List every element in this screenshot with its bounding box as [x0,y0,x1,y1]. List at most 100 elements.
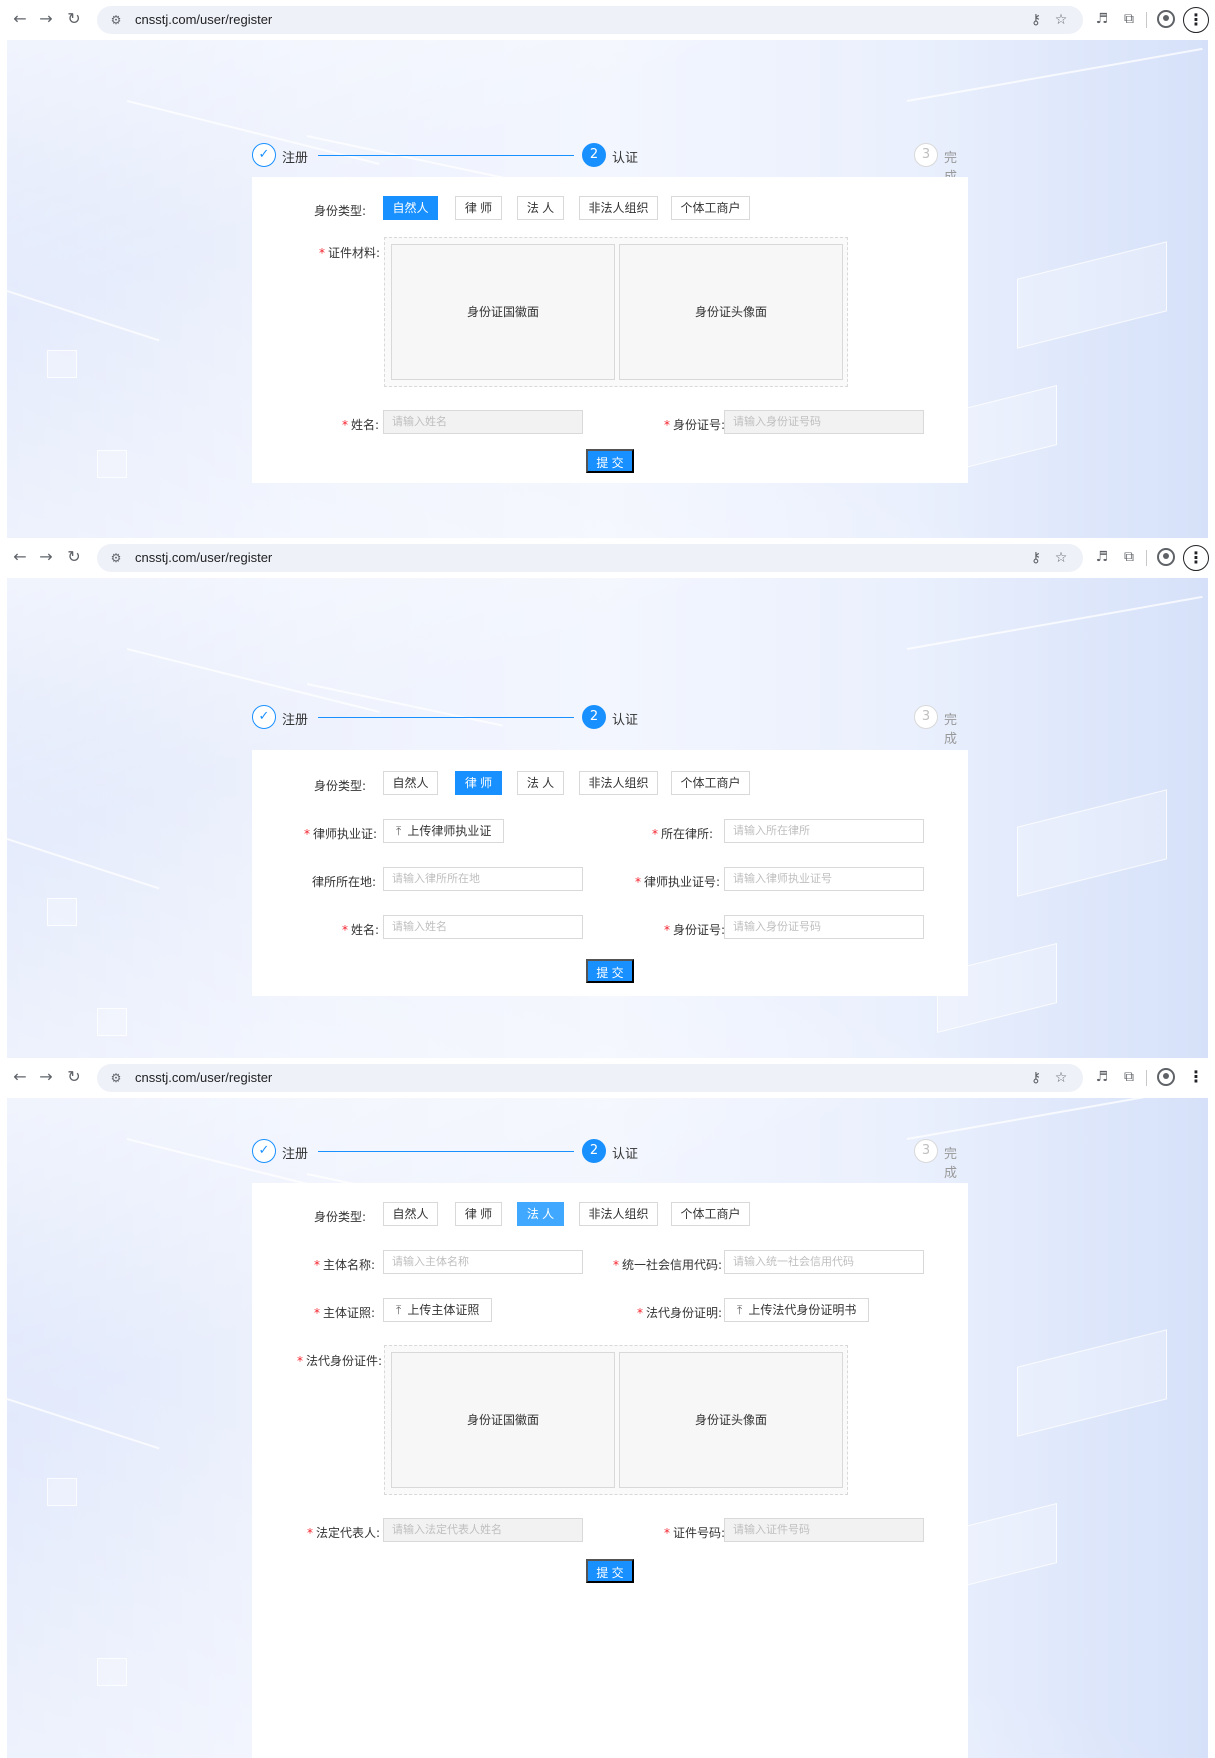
step-done-check-icon: ✓ [252,143,276,167]
id-card-back-upload[interactable]: 身份证头像面 [619,244,843,380]
profile-icon[interactable] [1157,548,1175,566]
reload-icon[interactable]: ↻ [64,1067,84,1087]
profile-icon[interactable] [1157,1068,1175,1086]
id-card-front-upload[interactable]: 身份证国徽面 [391,244,615,380]
password-key-icon[interactable]: ⚷ [1027,11,1045,29]
type-individual-business-button[interactable]: 个体工商户 [671,196,750,220]
id-card-upload-area: 身份证国徽面 身份证头像面 [384,237,848,387]
credit-code-label: * 统一社会信用代码: [613,1258,723,1272]
type-individual-business-button[interactable]: 个体工商户 [671,771,750,795]
step-2-label: 认证 [612,1147,639,1162]
id-number-input[interactable]: 请输入身份证号码 [724,915,924,939]
step-2-label: 认证 [612,151,639,166]
url-text: cnsstj.com/user/register [135,12,273,27]
menu-icon[interactable]: ⋮ [1183,7,1209,33]
extension-puzzle-icon[interactable]: ⧉ [1120,548,1138,566]
star-icon[interactable]: ☆ [1052,549,1070,567]
entity-name-input[interactable]: 请输入主体名称 [383,1250,583,1274]
forward-icon[interactable]: → [36,1067,56,1087]
type-unincorporated-button[interactable]: 非法人组织 [579,196,658,220]
credit-code-input[interactable]: 请输入统一社会信用代码 [724,1250,924,1274]
decor-block [1017,241,1167,349]
type-legal-person-button[interactable]: 法 人 [517,1202,564,1226]
steps-bar: ✓ 注册 2 认证 3 完成 [252,1139,968,1181]
reload-icon[interactable]: ↻ [64,9,84,29]
page-background: ✓ 注册 2 认证 3 完成 身份类型: 自然人 律 师 法 人 非法人组织 个… [7,1098,1208,1758]
back-icon[interactable]: ← [10,9,30,29]
entity-cert-upload-button[interactable]: ⤒ 上传主体证照 [383,1298,493,1322]
password-key-icon[interactable]: ⚷ [1027,1069,1045,1087]
cert-number-input[interactable]: 请输入证件号码 [724,1518,924,1542]
submit-button[interactable]: 提 交 [586,959,634,983]
id-card-front-upload[interactable]: 身份证国徽面 [391,1352,615,1488]
firm-location-input[interactable]: 请输入律所所在地 [383,867,583,891]
step-line [318,1151,574,1152]
menu-icon[interactable]: ⋮ [1183,545,1209,571]
type-natural-person-button[interactable]: 自然人 [383,771,438,795]
name-input[interactable]: 请输入姓名 [383,915,583,939]
site-settings-icon[interactable]: ⚙ [107,549,125,567]
decor-block [1017,1329,1167,1437]
extension-icon[interactable]: ♬ [1093,548,1111,566]
rep-id-label: * 法代身份证件: [297,1354,383,1368]
site-settings-icon[interactable]: ⚙ [107,11,125,29]
extension-icon[interactable]: ♬ [1093,10,1111,28]
firm-location-label: 律所所在地: [312,875,377,889]
name-input[interactable]: 请输入姓名 [383,410,583,434]
type-legal-person-button[interactable]: 法 人 [517,771,564,795]
submit-button[interactable]: 提 交 [586,449,634,473]
toolbar-divider [1146,12,1147,28]
password-key-icon[interactable]: ⚷ [1027,549,1045,567]
rep-name-input[interactable]: 请输入法定代表人姓名 [383,1518,583,1542]
extension-puzzle-icon[interactable]: ⧉ [1120,10,1138,28]
rep-proof-upload-button[interactable]: ⤒ 上传法代身份证明书 [724,1298,870,1322]
type-individual-business-button[interactable]: 个体工商户 [671,1202,750,1226]
page-background: ✓ 注册 2 认证 3 完成 身份类型: 自然人 律 师 法 人 非法人组织 个… [7,40,1208,538]
identity-type-label: 身份类型: [314,204,367,218]
id-number-input[interactable]: 请输入身份证号码 [724,410,924,434]
back-icon[interactable]: ← [10,1067,30,1087]
type-natural-person-button[interactable]: 自然人 [383,196,438,220]
forward-icon[interactable]: → [36,9,56,29]
address-bar[interactable]: ⚙ cnsstj.com/user/register ⚷ ☆ [97,6,1083,34]
rep-name-label: * 法定代表人: [307,1526,381,1540]
browser-toolbar: ← → ↻ ⚙ cnsstj.com/user/register ⚷ ☆ ♬ ⧉… [0,1058,1215,1098]
extension-icon[interactable]: ♬ [1093,1068,1111,1086]
name-label: * 姓名: [342,923,380,937]
step-done-check-icon: ✓ [252,705,276,729]
decor-block [47,350,77,378]
step-3-number: 3 [914,143,938,167]
cert-number-label: * 证件号码: [664,1526,726,1540]
extension-puzzle-icon[interactable]: ⧉ [1120,1068,1138,1086]
forward-icon[interactable]: → [36,547,56,567]
screenshot-lawyer: ← → ↻ ⚙ cnsstj.com/user/register ⚷ ☆ ♬ ⧉… [0,538,1215,1058]
lawyer-license-upload-button[interactable]: ⤒ 上传律师执业证 [383,819,505,843]
law-firm-input[interactable]: 请输入所在律所 [724,819,924,843]
url-text: cnsstj.com/user/register [135,550,273,565]
profile-icon[interactable] [1157,10,1175,28]
screenshot-legal-person: ← → ↻ ⚙ cnsstj.com/user/register ⚷ ☆ ♬ ⧉… [0,1058,1215,1758]
star-icon[interactable]: ☆ [1052,11,1070,29]
type-legal-person-button[interactable]: 法 人 [517,196,564,220]
upload-icon: ⤒ [396,824,402,838]
id-card-back-upload[interactable]: 身份证头像面 [619,1352,843,1488]
back-icon[interactable]: ← [10,547,30,567]
site-settings-icon[interactable]: ⚙ [107,1069,125,1087]
menu-icon[interactable]: ⋮ [1183,1065,1209,1091]
step-1-label: 注册 [282,151,309,166]
type-unincorporated-button[interactable]: 非法人组织 [579,1202,658,1226]
type-lawyer-button[interactable]: 律 师 [455,196,502,220]
type-unincorporated-button[interactable]: 非法人组织 [579,771,658,795]
step-2-number: 2 [582,705,606,729]
type-lawyer-button[interactable]: 律 师 [455,771,502,795]
star-icon[interactable]: ☆ [1052,1069,1070,1087]
type-lawyer-button[interactable]: 律 师 [455,1202,502,1226]
decor-block [1017,789,1167,897]
license-number-input[interactable]: 请输入律师执业证号 [724,867,924,891]
reload-icon[interactable]: ↻ [64,547,84,567]
type-natural-person-button[interactable]: 自然人 [383,1202,438,1226]
submit-button[interactable]: 提 交 [586,1559,634,1583]
address-bar[interactable]: ⚙ cnsstj.com/user/register ⚷ ☆ [97,544,1083,572]
toolbar-divider [1146,1070,1147,1086]
address-bar[interactable]: ⚙ cnsstj.com/user/register ⚷ ☆ [97,1064,1083,1092]
